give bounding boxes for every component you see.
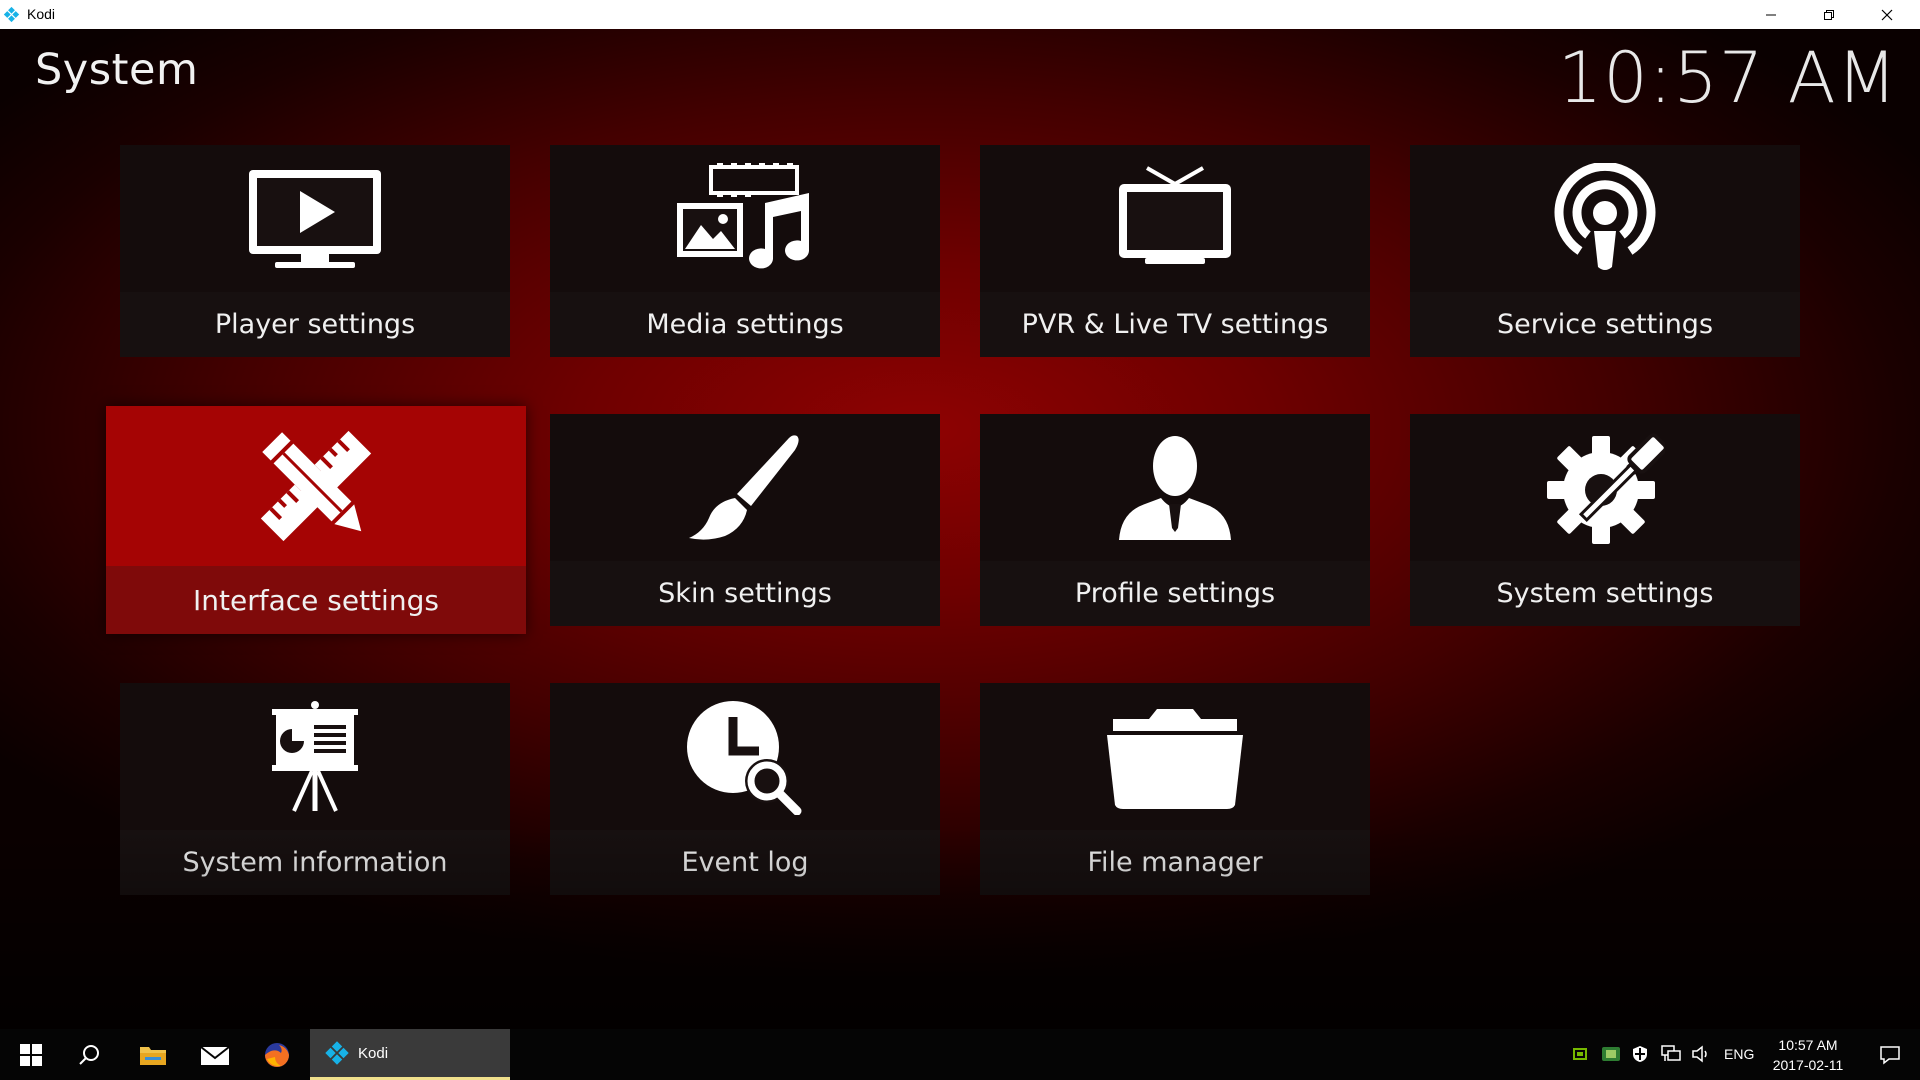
tile-event-log[interactable]: Event log xyxy=(550,683,940,895)
shield-icon[interactable] xyxy=(1630,1043,1650,1065)
restore-button[interactable] xyxy=(1800,0,1858,29)
window-titlebar: Kodi xyxy=(0,0,1920,30)
monitor-play-icon xyxy=(249,169,381,268)
user-profile-icon xyxy=(1119,435,1231,540)
media-filmstrip-picture-music-icon xyxy=(677,162,809,268)
clock: 10:57 AM xyxy=(1557,37,1898,119)
tile-label: Event log xyxy=(681,847,809,878)
page-title: System xyxy=(35,45,199,95)
mail-button[interactable] xyxy=(184,1029,246,1080)
windows-taskbar: Kodi ENG 10:57 AM 2017-02-11 xyxy=(0,1029,1920,1080)
tile-icon-area xyxy=(1410,145,1800,292)
file-explorer-button[interactable] xyxy=(122,1029,184,1080)
close-icon xyxy=(1881,9,1893,20)
search-button[interactable] xyxy=(58,1029,120,1080)
tile-label-area: Service settings xyxy=(1410,292,1800,357)
kodi-icon xyxy=(325,1041,349,1065)
nvidia-tray-icon[interactable] xyxy=(1572,1043,1588,1065)
gpu-tray-icon[interactable] xyxy=(1600,1043,1622,1065)
tile-label-area: Interface settings xyxy=(106,566,526,634)
restore-icon xyxy=(1824,9,1834,20)
network-icon[interactable] xyxy=(1660,1043,1682,1065)
kodi-system-screen: System 10:57 AM Player settings Media se… xyxy=(0,29,1920,1029)
clock-search-icon xyxy=(687,700,802,815)
gear-screwdriver-icon xyxy=(1547,432,1665,544)
tile-label-area: Player settings xyxy=(120,292,510,357)
language-indicator[interactable]: ENG xyxy=(1724,1046,1754,1062)
taskbar-app-label: Kodi xyxy=(358,1044,389,1062)
firefox-button[interactable] xyxy=(246,1029,308,1080)
kodi-window: Kodi System 10:57 AM Player settings Med… xyxy=(0,0,1920,1080)
tray-clock[interactable]: 10:57 AM 2017-02-11 xyxy=(1768,1035,1848,1075)
tile-system-settings[interactable]: System settings xyxy=(1410,414,1800,626)
tile-icon-area xyxy=(980,145,1370,292)
minimize-button[interactable] xyxy=(1742,0,1800,29)
tray-date: 2017-02-11 xyxy=(1772,1057,1844,1073)
tile-file-manager[interactable]: File manager xyxy=(980,683,1370,895)
presentation-easel-icon xyxy=(272,700,358,812)
tv-antenna-icon xyxy=(1119,165,1231,264)
tile-label-area: Media settings xyxy=(550,292,940,357)
tray-time: 10:57 AM xyxy=(1778,1037,1838,1053)
tile-label: System settings xyxy=(1496,578,1714,609)
tile-label-area: System information xyxy=(120,830,510,895)
tile-label: Skin settings xyxy=(658,578,832,609)
window-title: Kodi xyxy=(27,6,56,22)
pencil-ruler-icon xyxy=(260,430,372,542)
mail-icon xyxy=(200,1045,230,1065)
tile-media-settings[interactable]: Media settings xyxy=(550,145,940,357)
tile-icon-area xyxy=(1410,414,1800,561)
tile-label-area: PVR & Live TV settings xyxy=(980,292,1370,357)
paintbrush-icon xyxy=(689,434,799,540)
tile-icon-area xyxy=(550,145,940,292)
notification-icon xyxy=(1880,1045,1900,1065)
firefox-icon xyxy=(265,1042,289,1067)
tile-player-settings[interactable]: Player settings xyxy=(120,145,510,357)
tile-icon-area xyxy=(550,683,940,830)
close-button[interactable] xyxy=(1858,0,1916,29)
tile-service-settings[interactable]: Service settings xyxy=(1410,145,1800,357)
kodi-icon xyxy=(3,6,20,23)
tile-label-area: Skin settings xyxy=(550,561,940,626)
tile-icon-area xyxy=(980,683,1370,830)
tile-label: Player settings xyxy=(214,309,416,340)
taskbar-app-kodi[interactable]: Kodi xyxy=(310,1029,510,1080)
search-icon xyxy=(79,1044,99,1065)
tile-label: Profile settings xyxy=(1074,578,1276,609)
tile-skin-settings[interactable]: Skin settings xyxy=(550,414,940,626)
tile-label: File manager xyxy=(1087,847,1263,878)
volume-icon[interactable] xyxy=(1690,1043,1712,1065)
action-center-button[interactable] xyxy=(1862,1029,1918,1080)
tile-label-area: System settings xyxy=(1410,561,1800,626)
podcast-broadcast-icon xyxy=(1554,162,1656,270)
tile-system-information[interactable]: System information xyxy=(120,683,510,895)
tile-label: PVR & Live TV settings xyxy=(1021,309,1329,340)
minimize-icon xyxy=(1766,14,1776,15)
tile-pvr-live-tv-settings[interactable]: PVR & Live TV settings xyxy=(980,145,1370,357)
tile-icon-area xyxy=(120,145,510,292)
file-explorer-icon xyxy=(140,1046,166,1065)
folder-icon xyxy=(1107,708,1243,809)
tile-label: Interface settings xyxy=(193,583,439,617)
tile-label-area: File manager xyxy=(980,830,1370,895)
tile-icon-area xyxy=(980,414,1370,561)
tile-icon-area xyxy=(106,406,526,566)
tile-label: System information xyxy=(182,847,448,878)
tile-profile-settings[interactable]: Profile settings xyxy=(980,414,1370,626)
tile-label: Service settings xyxy=(1496,309,1714,340)
tile-label-area: Profile settings xyxy=(980,561,1370,626)
tile-icon-area xyxy=(550,414,940,561)
tile-label-area: Event log xyxy=(550,830,940,895)
tile-icon-area xyxy=(120,683,510,830)
tile-label: Media settings xyxy=(646,309,844,340)
tile-interface-settings[interactable]: Interface settings xyxy=(106,406,526,634)
start-button[interactable] xyxy=(0,1029,62,1080)
windows-start-icon xyxy=(20,1043,42,1066)
